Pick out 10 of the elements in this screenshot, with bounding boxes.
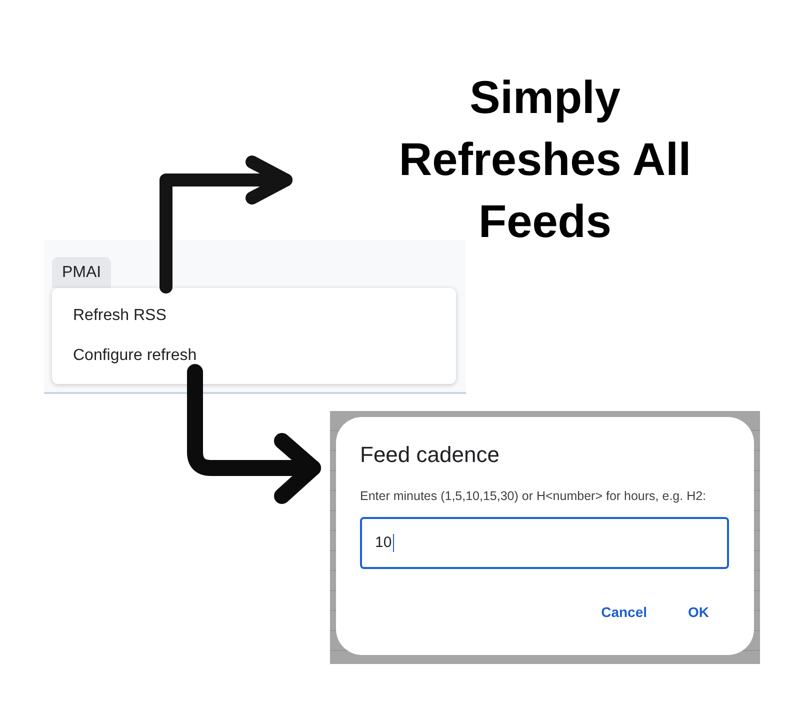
- text-cursor: [392, 534, 394, 552]
- dialog-title: Feed cadence: [360, 441, 500, 469]
- dialog-button[interactable]: OK: [680, 594, 717, 630]
- menu-tab[interactable]: PMAI: [52, 257, 112, 288]
- caption-text: Simply Refreshes All Feeds: [398, 70, 692, 249]
- menu-item[interactable]: Refresh RSS: [52, 296, 456, 336]
- dialog-button[interactable]: Cancel: [593, 594, 655, 630]
- input-field[interactable]: 10: [360, 517, 729, 569]
- dialog-message: Enter minutes (1,5,10,15,30) or H<number> for hours, e.g. H2:: [360, 488, 708, 505]
- menu-item[interactable]: Configure refresh: [52, 336, 456, 376]
